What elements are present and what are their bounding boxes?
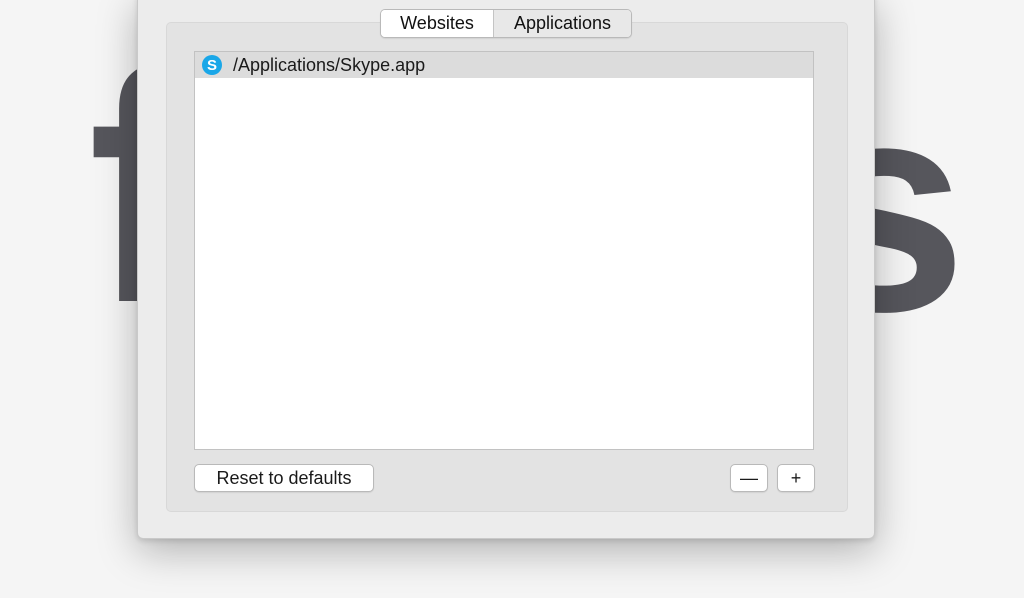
applications-list[interactable]: S /Applications/Skype.app: [194, 51, 814, 450]
plus-icon: +: [790, 467, 802, 488]
reset-to-defaults-button[interactable]: Reset to defaults: [194, 464, 374, 492]
skype-icon: S: [201, 54, 223, 76]
add-button[interactable]: +: [777, 464, 815, 492]
preferences-sheet: Websites Applications S /Applications/Sk…: [137, 0, 875, 539]
list-item-label: /Applications/Skype.app: [233, 54, 426, 75]
minus-icon: —: [740, 467, 758, 488]
desktop-background: f s Websites Applications S /Application…: [0, 0, 1024, 598]
tab-websites[interactable]: Websites: [381, 10, 493, 37]
svg-text:S: S: [207, 57, 217, 74]
tab-applications[interactable]: Applications: [493, 10, 631, 37]
remove-button[interactable]: —: [730, 464, 768, 492]
list-item[interactable]: S /Applications/Skype.app: [195, 52, 813, 78]
websites-applications-segmented-control: Websites Applications: [380, 9, 632, 38]
